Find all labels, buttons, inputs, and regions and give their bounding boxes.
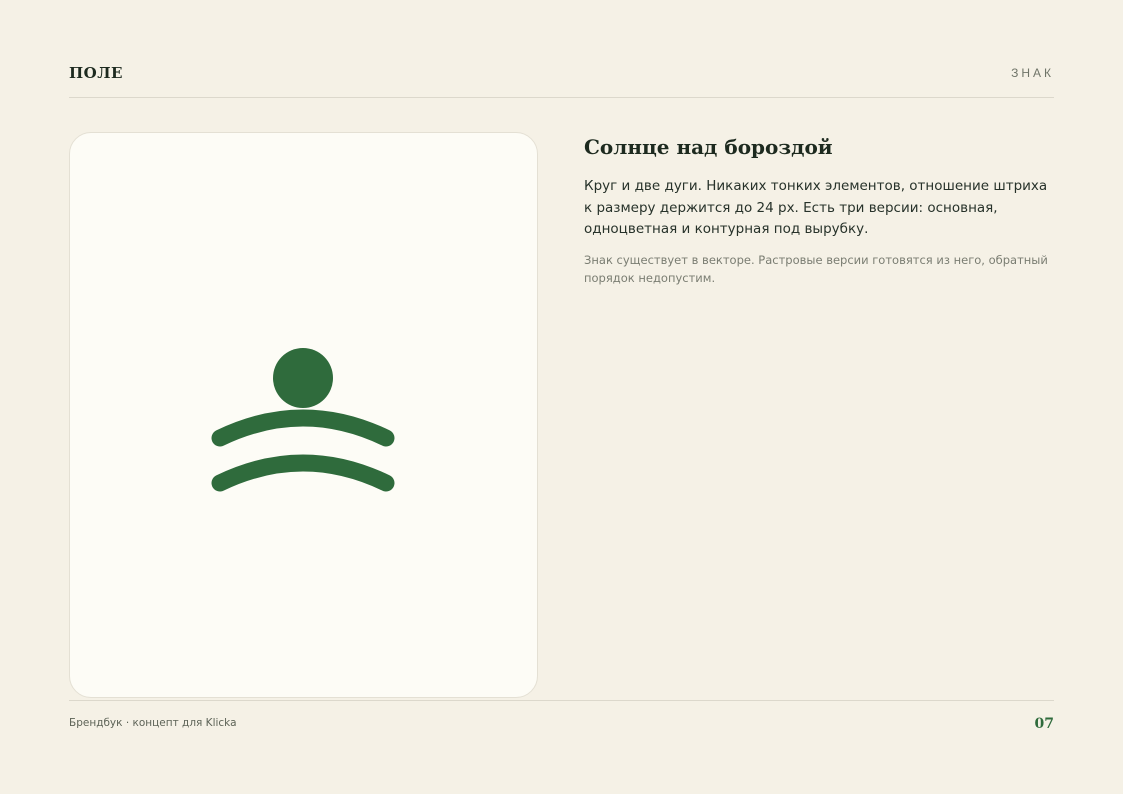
page-number: 07 [1034, 716, 1054, 732]
note-paragraph: Знак существует в векторе. Растровые вер… [584, 252, 1048, 286]
sun-over-furrow-logo-icon [211, 348, 395, 492]
page-footer: Брендбук · концепт для Klicka 07 [69, 700, 1054, 741]
footer-caption: Брендбук · концепт для Klicka [69, 717, 237, 729]
section-label: ЗНАК [1011, 66, 1054, 80]
brand-name: ПОЛЕ [69, 64, 123, 82]
description-block: Солнце над бороздой Круг и две дуги. Ник… [584, 134, 1054, 288]
upper-furrow-arc [211, 409, 395, 447]
page-title: Солнце над бороздой [584, 135, 833, 159]
sun-circle [273, 348, 333, 408]
logo-card [69, 132, 538, 698]
lead-paragraph: Круг и две дуги. Никаких тонких элементо… [584, 178, 1048, 237]
lower-furrow-arc [211, 454, 395, 492]
page-header: ПОЛЕ ЗНАК [69, 52, 1054, 98]
